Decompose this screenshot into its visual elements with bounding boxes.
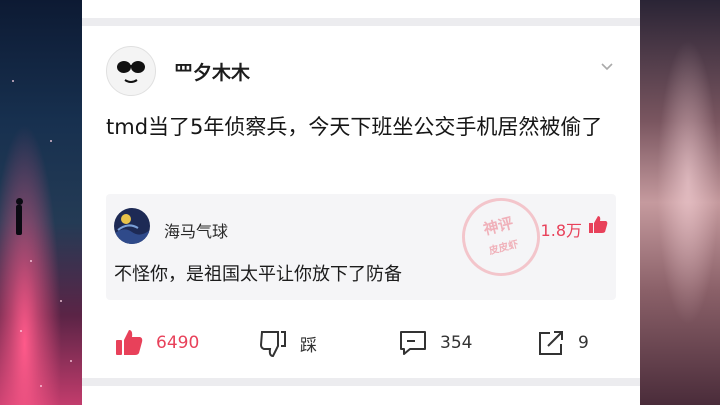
dislike-button[interactable]: 踩 — [258, 326, 317, 360]
avatar-face-icon — [117, 61, 145, 83]
comment-button[interactable]: 354 — [398, 326, 472, 360]
more-chevron-icon[interactable] — [600, 60, 614, 74]
thumb-up-icon — [116, 330, 143, 355]
like-count: 6490 — [156, 333, 200, 353]
feed-column: 罒夕木木 tmd当了5年侦察兵，今天下班坐公交手机居然被偷了 海马气球 神评 皮… — [82, 0, 640, 405]
share-count: 9 — [578, 333, 589, 353]
comment-count: 354 — [440, 333, 473, 353]
thumb-down-icon — [259, 331, 286, 358]
silhouette-figure — [15, 198, 23, 238]
reply-avatar[interactable] — [114, 208, 150, 244]
reply-author[interactable]: 海马气球 — [164, 218, 228, 242]
reply-like-count: 1.8万 — [540, 221, 582, 240]
previous-card-bottom — [82, 0, 640, 18]
reply-body-text: 不怪你，是祖国太平让你放下了防备 — [114, 264, 402, 285]
post-card[interactable]: 罒夕木木 tmd当了5年侦察兵，今天下班坐公交手机居然被偷了 海马气球 神评 皮… — [82, 26, 640, 378]
post-body-text: tmd当了5年侦察兵，今天下班坐公交手机居然被偷了 — [106, 115, 603, 139]
reply-thumb-up-icon[interactable] — [588, 215, 608, 235]
featured-comment-stamp: 神评 皮皮虾 — [453, 189, 549, 285]
top-reply[interactable]: 海马气球 神评 皮皮虾 1.8万 不怪你，是祖国太平让你放下了防备 — [106, 189, 616, 300]
action-bar: 6490 踩 354 9 — [82, 326, 640, 360]
next-card-top — [82, 386, 640, 405]
right-background-wallpaper — [640, 0, 720, 405]
left-background-wallpaper — [0, 0, 82, 405]
comment-icon — [400, 331, 426, 355]
user-avatar[interactable] — [106, 46, 156, 96]
like-button[interactable]: 6490 — [114, 326, 199, 360]
dislike-label: 踩 — [300, 335, 317, 356]
share-icon — [539, 331, 563, 355]
share-button[interactable]: 9 — [536, 326, 589, 360]
username[interactable]: 罒夕木木 — [174, 58, 250, 85]
